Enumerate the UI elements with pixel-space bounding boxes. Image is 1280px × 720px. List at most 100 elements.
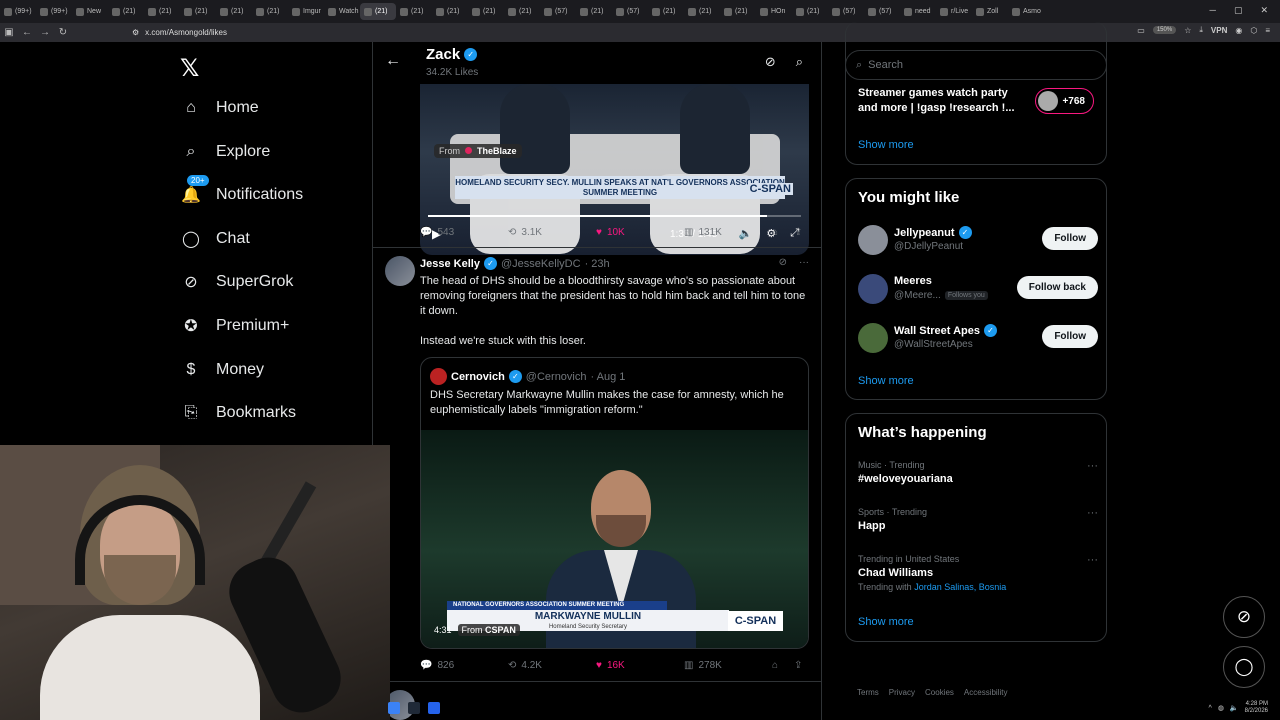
zoom-indicator[interactable]: 150% bbox=[1152, 26, 1177, 34]
views-button[interactable]: ▥ 278K bbox=[684, 660, 772, 671]
browser-tab[interactable]: (21) bbox=[216, 3, 252, 20]
x-logo-icon[interactable]: 𝕏 bbox=[180, 54, 199, 83]
extensions-icon[interactable]: ⬡ bbox=[1250, 26, 1257, 35]
avatar[interactable] bbox=[858, 225, 888, 255]
bookmark-button[interactable]: ⌂ bbox=[772, 227, 794, 238]
browser-tab[interactable]: (21) bbox=[684, 3, 720, 20]
browser-tab[interactable]: (21) bbox=[432, 3, 468, 20]
grok-icon[interactable]: ⊘ bbox=[779, 257, 787, 268]
suggested-account[interactable]: Wall Street Apes ✓ @WallStreetApes Follow bbox=[858, 321, 1098, 355]
volume-icon[interactable]: 🔈 bbox=[1230, 704, 1239, 712]
browser-tab[interactable]: (21) bbox=[360, 3, 396, 20]
browser-tab[interactable]: Imgur bbox=[288, 3, 324, 20]
follow-button[interactable]: Follow bbox=[1042, 227, 1098, 250]
nav-item-premium[interactable]: ✪ Premium+ bbox=[180, 315, 289, 337]
more-icon[interactable]: ··· bbox=[1087, 507, 1098, 519]
follow-button[interactable]: Follow bbox=[1042, 325, 1098, 348]
suggested-account[interactable]: Meeres @Meere... Follows you Follow back bbox=[858, 272, 1098, 306]
account-icon[interactable]: ◉ bbox=[1235, 26, 1242, 35]
forward-icon[interactable]: → bbox=[36, 27, 54, 38]
quoted-post[interactable]: Cernovich ✓ @Cernovich · Aug 1 DHS Secre… bbox=[420, 357, 809, 649]
photos-icon[interactable] bbox=[428, 702, 440, 714]
nav-item-supergrok[interactable]: ⊘ SuperGrok bbox=[180, 271, 293, 293]
nav-item-chat[interactable]: ◯ Chat bbox=[180, 228, 250, 250]
browser-tab[interactable]: (21) bbox=[108, 3, 144, 20]
nav-item-home[interactable]: ⌂ Home bbox=[180, 97, 259, 119]
minimize-icon[interactable]: ─ bbox=[1210, 5, 1216, 16]
browser-tab[interactable]: (57) bbox=[540, 3, 576, 20]
browser-tab[interactable]: (21) bbox=[504, 3, 540, 20]
maximize-icon[interactable]: ▢ bbox=[1234, 5, 1243, 16]
reply-button[interactable]: 💬 543 bbox=[420, 227, 508, 238]
post-handle[interactable]: @JesseKellyDC bbox=[501, 258, 581, 270]
trend-item[interactable]: Trending in United States Chad Williams Tr… bbox=[858, 554, 1098, 592]
url-field[interactable]: ⚙ x.com/Asmongold/likes bbox=[132, 28, 227, 37]
share-button[interactable]: ⇪ bbox=[794, 660, 802, 671]
bookmark-button[interactable]: ⌂ bbox=[772, 660, 794, 671]
download-icon[interactable]: ⤓ bbox=[1199, 25, 1203, 35]
footer-link[interactable]: Privacy bbox=[889, 688, 915, 697]
sidebar-toggle-icon[interactable]: ▣ bbox=[0, 27, 18, 38]
browser-tab[interactable]: r/Live bbox=[936, 3, 972, 20]
repost-button[interactable]: ⟲ 3.1K bbox=[508, 227, 596, 238]
browser-tab[interactable]: (21) bbox=[792, 3, 828, 20]
trend-item[interactable]: Music · Trending #weloveyouariana ··· bbox=[858, 460, 1098, 485]
browser-tab[interactable]: Zoll bbox=[972, 3, 1008, 20]
more-icon[interactable]: ··· bbox=[799, 257, 809, 268]
show-more-link[interactable]: Show more bbox=[858, 375, 914, 387]
follow-button[interactable]: Follow back bbox=[1016, 276, 1098, 299]
show-more-link[interactable]: Show more bbox=[858, 616, 914, 628]
grok-float-button[interactable]: ⊘ bbox=[1223, 596, 1265, 638]
share-button[interactable]: ⇪ bbox=[794, 227, 802, 238]
footer-link[interactable]: Cookies bbox=[925, 688, 954, 697]
browser-tab[interactable]: (99+) bbox=[36, 3, 72, 20]
browser-tab[interactable]: (21) bbox=[648, 3, 684, 20]
vpn-button[interactable]: VPN bbox=[1211, 26, 1227, 35]
browser-tab[interactable]: (21) bbox=[576, 3, 612, 20]
post-time[interactable]: · 23h bbox=[585, 258, 610, 270]
reload-icon[interactable]: ↻ bbox=[54, 27, 72, 38]
browser-tab[interactable]: (21) bbox=[180, 3, 216, 20]
browser-tab[interactable]: need bbox=[900, 3, 936, 20]
post-author[interactable]: Jesse Kelly bbox=[420, 258, 480, 270]
browser-tab[interactable]: (21) bbox=[720, 3, 756, 20]
more-icon[interactable]: ··· bbox=[1087, 460, 1098, 472]
show-more-link[interactable]: Show more bbox=[858, 139, 914, 151]
nav-item-notifications[interactable]: 🔔 20+ Notifications bbox=[180, 175, 303, 206]
browser-tab[interactable]: (21) bbox=[396, 3, 432, 20]
trend-related-links[interactable]: Jordan Salinas, Bosnia bbox=[914, 582, 1006, 592]
repost-button[interactable]: ⟲ 4.2K bbox=[508, 660, 596, 671]
like-button[interactable]: ♥ 10K bbox=[596, 227, 684, 238]
nav-item-explore[interactable]: ⌕ Explore bbox=[180, 141, 271, 163]
site-info-icon[interactable]: ⚙ bbox=[132, 28, 139, 37]
video-source-tag[interactable]: From TheBlaze bbox=[434, 144, 522, 158]
back-arrow-icon[interactable]: ← bbox=[385, 52, 401, 70]
steam-icon[interactable] bbox=[408, 702, 420, 714]
browser-tab[interactable]: New bbox=[72, 3, 108, 20]
browser-tab[interactable]: (21) bbox=[144, 3, 180, 20]
menu-icon[interactable]: ≡ bbox=[1265, 26, 1270, 35]
file-explorer-icon[interactable] bbox=[388, 702, 400, 714]
avatar[interactable] bbox=[858, 274, 888, 304]
search-icon[interactable]: ⌕ bbox=[796, 54, 803, 70]
browser-tab[interactable]: (57) bbox=[612, 3, 648, 20]
views-button[interactable]: ▥ 131K bbox=[684, 227, 772, 238]
footer-link[interactable]: Terms bbox=[857, 688, 879, 697]
close-icon[interactable]: ✕ bbox=[1260, 5, 1268, 16]
more-icon[interactable]: ··· bbox=[1087, 554, 1098, 566]
back-icon[interactable]: ← bbox=[18, 27, 36, 38]
live-listeners-pill[interactable]: +768 bbox=[1035, 88, 1094, 114]
browser-tab[interactable]: (57) bbox=[828, 3, 864, 20]
tray-chevron-icon[interactable]: ^ bbox=[1209, 705, 1212, 712]
live-event-title[interactable]: Streamer games watch party and more | !g… bbox=[858, 86, 1028, 116]
avatar[interactable] bbox=[858, 323, 888, 353]
browser-tab[interactable]: Asmo bbox=[1008, 3, 1044, 20]
footer-link[interactable]: Accessibility bbox=[964, 688, 1008, 697]
nav-item-bookmarks[interactable]: ⎘ Bookmarks bbox=[180, 402, 296, 424]
grok-icon[interactable]: ⊘ bbox=[765, 54, 776, 70]
reader-icon[interactable]: ▭ bbox=[1137, 26, 1145, 35]
browser-tab[interactable]: (57) bbox=[864, 3, 900, 20]
video-progress-bar[interactable] bbox=[428, 215, 801, 217]
browser-tab[interactable]: (21) bbox=[252, 3, 288, 20]
trend-item[interactable]: Sports · Trending Happ ··· bbox=[858, 507, 1098, 532]
